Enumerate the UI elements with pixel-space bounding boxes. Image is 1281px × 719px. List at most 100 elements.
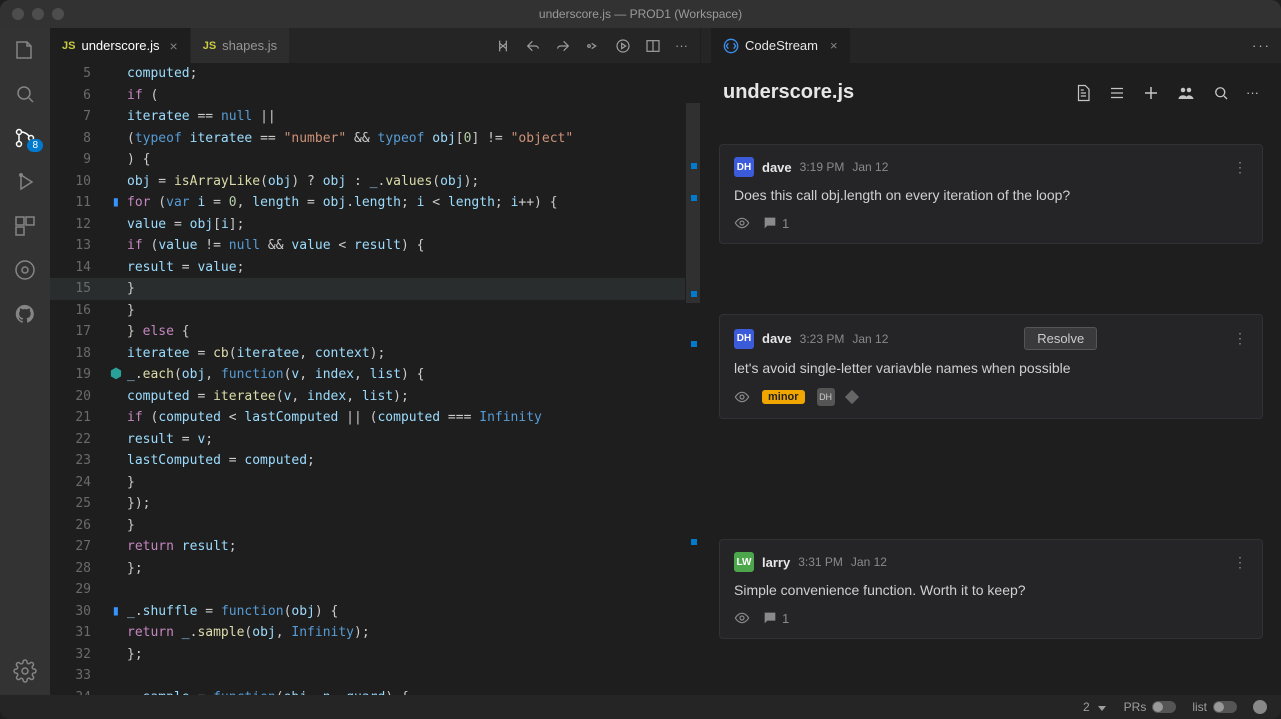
code-line[interactable]: 14 result = value;: [50, 257, 700, 279]
code-line[interactable]: 32};: [50, 644, 700, 666]
comment-glyph-icon[interactable]: ▮: [112, 192, 120, 214]
code-line[interactable]: 12 value = obj[i];: [50, 214, 700, 236]
editor-tab-0[interactable]: JSunderscore.js×: [50, 28, 191, 63]
line-number: 26: [50, 515, 105, 537]
tag-label: minor: [762, 390, 805, 404]
list-toggle[interactable]: [1213, 701, 1237, 713]
watch-icon[interactable]: [734, 389, 750, 405]
code-line[interactable]: 16 }: [50, 300, 700, 322]
code-line[interactable]: 34_.sample = function(obj, n, guard) {: [50, 687, 700, 696]
codestream-tab[interactable]: CodeStream ×: [711, 28, 850, 63]
editor-tabs: JSunderscore.js×JSshapes.js ···: [50, 28, 700, 63]
code-line[interactable]: 33: [50, 665, 700, 687]
code-line[interactable]: 29: [50, 579, 700, 601]
more-icon[interactable]: ···: [675, 38, 688, 53]
editor-tab-1[interactable]: JSshapes.js: [191, 28, 290, 63]
code-line[interactable]: 19⬢ _.each(obj, function(v, index, list)…: [50, 364, 700, 386]
code-editor[interactable]: 5 computed;6 if (7 iteratee == null ||8 …: [50, 63, 700, 695]
code-line[interactable]: 18 iteratee = cb(iteratee, context);: [50, 343, 700, 365]
tab-close-icon[interactable]: ×: [170, 38, 178, 54]
scm-icon[interactable]: 8: [13, 126, 37, 150]
code-line[interactable]: 21 if (computed < lastComputed || (compu…: [50, 407, 700, 429]
comment-count[interactable]: 1: [762, 215, 789, 231]
code-line[interactable]: 23 lastComputed = computed;: [50, 450, 700, 472]
status-list[interactable]: list: [1192, 700, 1237, 714]
cs-list-icon[interactable]: [1108, 84, 1126, 102]
window-title: underscore.js — PROD1 (Workspace): [539, 7, 742, 21]
code-line[interactable]: 13 if (value != null && value < result) …: [50, 235, 700, 257]
search-icon[interactable]: [13, 82, 37, 106]
line-number: 14: [50, 257, 105, 279]
code-line[interactable]: 11▮ for (var i = 0, length = obj.length;…: [50, 192, 700, 214]
code-line[interactable]: 28};: [50, 558, 700, 580]
feedback-icon[interactable]: [1253, 700, 1267, 714]
code-line[interactable]: 10 obj = isArrayLike(obj) ? obj : _.valu…: [50, 171, 700, 193]
codestream-card[interactable]: LWlarry3:31 PMJan 12⋮Simple convenience …: [719, 539, 1263, 639]
cs-file-icon[interactable]: [1074, 84, 1092, 102]
assignee-avatar: DH: [817, 388, 835, 406]
forward-icon[interactable]: [555, 38, 571, 54]
bug-glyph-icon[interactable]: ⬢: [110, 364, 122, 386]
line-number: 34: [50, 687, 105, 696]
code-line[interactable]: 9 ) {: [50, 149, 700, 171]
resolve-button[interactable]: Resolve: [1024, 327, 1097, 350]
codestream-more-icon[interactable]: ···: [1252, 38, 1271, 53]
status-count[interactable]: 2: [1083, 700, 1108, 714]
card-menu-icon[interactable]: ⋮: [1233, 159, 1248, 176]
explorer-icon[interactable]: [13, 38, 37, 62]
debug-icon[interactable]: [13, 170, 37, 194]
code-line[interactable]: 7 iteratee == null ||: [50, 106, 700, 128]
code-line[interactable]: 15 }: [50, 278, 700, 300]
line-number: 28: [50, 558, 105, 580]
comment-glyph-icon[interactable]: ▮: [112, 601, 120, 623]
line-number: 12: [50, 214, 105, 236]
code-line[interactable]: 24 }: [50, 472, 700, 494]
github-icon[interactable]: [13, 302, 37, 326]
code-line[interactable]: 8 (typeof iteratee == "number" && typeof…: [50, 128, 700, 150]
cs-people-icon[interactable]: [1176, 84, 1196, 102]
step-icon[interactable]: [585, 38, 601, 54]
scm-badge: 8: [27, 139, 43, 152]
code-line[interactable]: 20 computed = iteratee(v, index, list);: [50, 386, 700, 408]
js-icon: JS: [62, 40, 75, 52]
cs-plus-icon[interactable]: [1142, 84, 1160, 102]
cs-kebab-icon[interactable]: ···: [1246, 84, 1259, 102]
card-date: Jan 12: [852, 332, 888, 346]
code-line[interactable]: 31 return _.sample(obj, Infinity);: [50, 622, 700, 644]
line-number: 15: [50, 278, 105, 300]
card-menu-icon[interactable]: ⋮: [1233, 330, 1248, 347]
cs-search-icon[interactable]: [1212, 84, 1230, 102]
prs-toggle[interactable]: [1152, 701, 1176, 713]
code-line[interactable]: 22 result = v;: [50, 429, 700, 451]
traffic-min[interactable]: [32, 8, 44, 20]
codestream-card[interactable]: DHdave3:19 PMJan 12⋮Does this call obj.l…: [719, 144, 1263, 244]
code-line[interactable]: 26 }: [50, 515, 700, 537]
status-prs[interactable]: PRs: [1124, 700, 1177, 714]
code-line[interactable]: 25 });: [50, 493, 700, 515]
back-icon[interactable]: [525, 38, 541, 54]
code-line[interactable]: 5 computed;: [50, 63, 700, 85]
avatar: DH: [734, 329, 754, 349]
codestream-tab-label: CodeStream: [745, 38, 818, 53]
settings-icon[interactable]: [13, 659, 37, 683]
code-line[interactable]: 27 return result;: [50, 536, 700, 558]
extensions-icon[interactable]: [13, 214, 37, 238]
code-line[interactable]: 30▮_.shuffle = function(obj) {: [50, 601, 700, 623]
codestream-tab-close[interactable]: ×: [830, 38, 838, 53]
run-icon[interactable]: [615, 38, 631, 54]
code-line[interactable]: 17 } else {: [50, 321, 700, 343]
minimap[interactable]: [685, 63, 700, 695]
traffic-close[interactable]: [12, 8, 24, 20]
codestream-card[interactable]: DHdave3:23 PMJan 12Resolve⋮let's avoid s…: [719, 314, 1263, 419]
line-number: 25: [50, 493, 105, 515]
remote-icon[interactable]: [13, 258, 37, 282]
compare-icon[interactable]: [495, 38, 511, 54]
watch-icon[interactable]: [734, 610, 750, 626]
watch-icon[interactable]: [734, 215, 750, 231]
line-number: 13: [50, 235, 105, 257]
code-line[interactable]: 6 if (: [50, 85, 700, 107]
comment-count[interactable]: 1: [762, 610, 789, 626]
traffic-max[interactable]: [52, 8, 64, 20]
split-icon[interactable]: [645, 38, 661, 54]
card-menu-icon[interactable]: ⋮: [1233, 554, 1248, 571]
